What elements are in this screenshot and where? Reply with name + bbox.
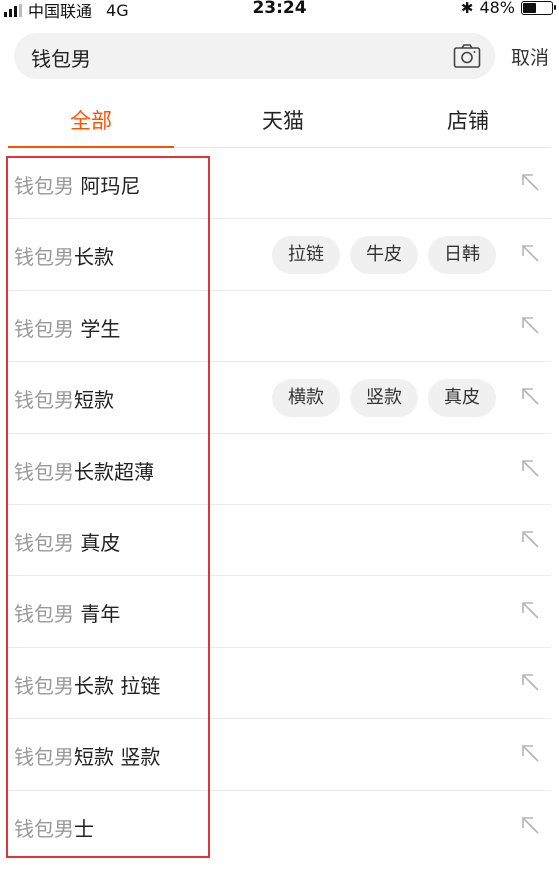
- suggestion-prefix: 钱包男: [14, 316, 81, 341]
- suggestion-prefix: 钱包男: [14, 673, 74, 698]
- suggestion-prefix: 钱包男: [14, 388, 74, 413]
- tag-chip[interactable]: 拉链: [272, 236, 340, 275]
- suggestion-keyword: 长款: [74, 245, 114, 270]
- search-query: 钱包男: [31, 47, 91, 71]
- suggestion-keyword: 长款超薄: [74, 459, 154, 484]
- suggestion-row[interactable]: 钱包男 青年: [8, 576, 551, 648]
- arrow-up-left-icon[interactable]: [519, 385, 541, 407]
- battery-icon: [521, 0, 556, 15]
- suggestion-tags: 横款 竖款 真皮: [272, 379, 496, 418]
- tab-shop[interactable]: 店铺: [408, 105, 528, 135]
- tag-chip[interactable]: 竖款: [350, 379, 418, 418]
- suggestion-tags: 拉链 牛皮 日韩: [272, 236, 496, 275]
- suggestion-prefix: 钱包男: [14, 602, 81, 627]
- suggestion-prefix: 钱包男: [14, 745, 74, 770]
- suggestion-keyword: 士: [74, 816, 94, 841]
- tab-tmall[interactable]: 天猫: [223, 105, 343, 135]
- suggestion-prefix: 钱包男: [14, 459, 74, 484]
- suggestion-list: 钱包男 阿玛尼 钱包男长款 拉链 牛皮 日韩 钱包男 学生 钱包男短款 横款 竖款 真皮 钱包男长款…: [8, 148, 551, 862]
- battery-percent: 48%: [479, 0, 515, 17]
- suggestion-keyword: 真皮: [80, 530, 121, 555]
- status-bar: 中国联通 4G 23:24 ✱ 48%: [0, 0, 559, 21]
- arrow-up-left-icon[interactable]: [519, 599, 541, 621]
- arrow-up-left-icon[interactable]: [519, 171, 541, 193]
- suggestion-row[interactable]: 钱包男长款 拉链: [8, 648, 551, 720]
- suggestion-keyword: 阿玛尼: [80, 174, 141, 198]
- suggestion-text: 钱包男长款: [14, 241, 114, 270]
- suggestion-text: 钱包男短款 竖款: [14, 741, 160, 770]
- arrow-up-left-icon[interactable]: [519, 814, 541, 836]
- suggestion-text: 钱包男 学生: [14, 313, 120, 342]
- tag-chip[interactable]: 真皮: [428, 379, 496, 418]
- suggestion-text: 钱包男 真皮: [14, 527, 120, 556]
- arrow-up-left-icon[interactable]: [519, 314, 541, 336]
- arrow-up-left-icon[interactable]: [519, 742, 541, 764]
- suggestion-text: 钱包男长款超薄: [14, 456, 154, 485]
- suggestion-keyword: 短款: [74, 388, 114, 413]
- suggestion-row[interactable]: 钱包男 学生: [8, 291, 551, 363]
- battery-fill: [523, 2, 537, 13]
- suggestion-row[interactable]: 钱包男短款 竖款: [8, 719, 551, 791]
- arrow-up-left-icon[interactable]: [519, 242, 541, 264]
- search-input[interactable]: 钱包男: [14, 33, 495, 79]
- suggestion-keyword: 短款 竖款: [74, 745, 161, 770]
- suggestion-text: 钱包男 阿玛尼: [14, 170, 140, 199]
- suggestion-keyword: 青年: [80, 602, 121, 627]
- arrow-up-left-icon[interactable]: [519, 528, 541, 550]
- tag-chip[interactable]: 日韩: [428, 236, 496, 275]
- suggestion-keyword: 长款 拉链: [74, 673, 161, 698]
- suggestion-text: 钱包男 青年: [14, 598, 120, 627]
- tag-chip[interactable]: 牛皮: [350, 236, 418, 275]
- tab-bar: 全部 天猫 店铺: [8, 100, 551, 148]
- arrow-up-left-icon[interactable]: [519, 457, 541, 479]
- suggestion-row[interactable]: 钱包男 阿玛尼: [8, 148, 551, 220]
- camera-icon[interactable]: [453, 43, 481, 69]
- suggestion-prefix: 钱包男: [14, 174, 81, 198]
- suggestion-text: 钱包男长款 拉链: [14, 670, 160, 699]
- bluetooth-icon: ✱: [460, 0, 474, 17]
- suggestion-row[interactable]: 钱包男长款 拉链 牛皮 日韩: [8, 219, 551, 291]
- suggestion-text: 钱包男短款: [14, 384, 114, 413]
- suggestion-keyword: 学生: [80, 316, 121, 341]
- suggestion-prefix: 钱包男: [14, 530, 81, 555]
- suggestion-row[interactable]: 钱包男士: [8, 791, 551, 862]
- tab-all[interactable]: 全部: [8, 105, 174, 135]
- suggestion-prefix: 钱包男: [14, 245, 74, 270]
- suggestion-row[interactable]: 钱包男长款超薄: [8, 434, 551, 505]
- tag-chip[interactable]: 横款: [272, 379, 340, 418]
- status-right: ✱ 48%: [460, 0, 556, 17]
- cancel-button[interactable]: 取消: [511, 43, 549, 70]
- suggestion-row[interactable]: 钱包男短款 横款 竖款 真皮: [8, 362, 551, 434]
- suggestion-row[interactable]: 钱包男 真皮: [8, 505, 551, 577]
- suggestion-prefix: 钱包男: [14, 816, 74, 841]
- suggestion-text: 钱包男士: [14, 813, 94, 842]
- arrow-up-left-icon[interactable]: [519, 671, 541, 693]
